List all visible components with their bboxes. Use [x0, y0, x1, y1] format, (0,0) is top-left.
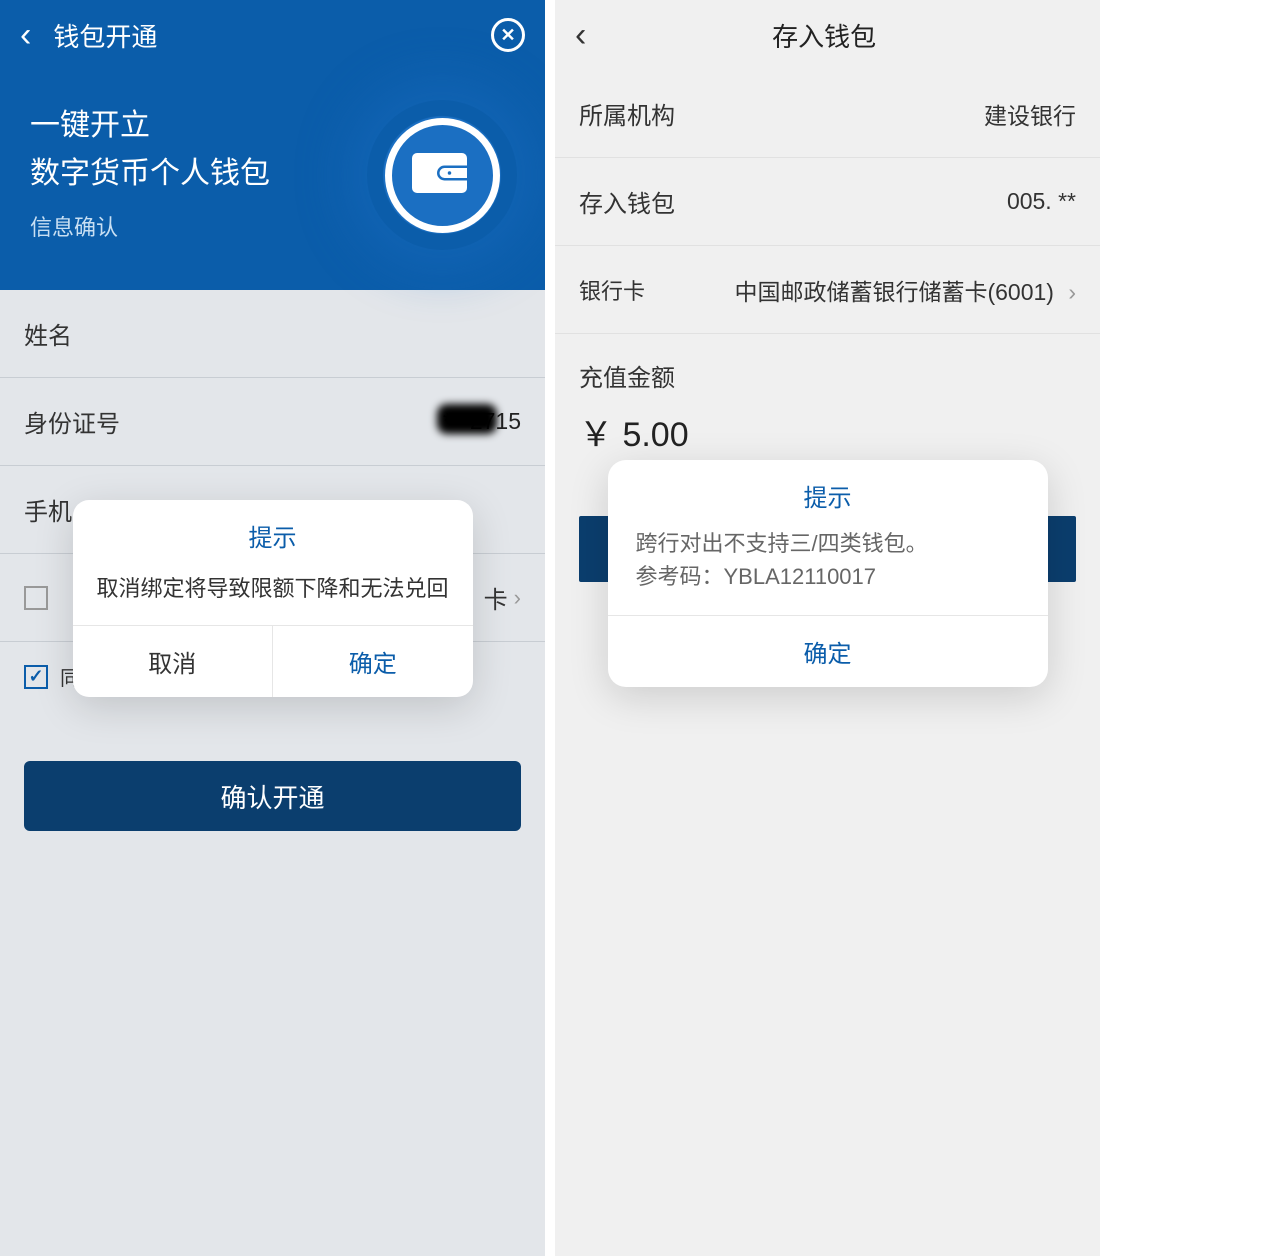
card-suffix: 卡 [484, 580, 508, 615]
row-org: 所属机构 建设银行 [555, 70, 1100, 158]
dialog-actions: 确定 [608, 615, 1048, 687]
ok-button[interactable]: 确定 [273, 626, 473, 697]
header-bar: ‹ 存入钱包 [555, 0, 1100, 70]
page-title: 钱包开通 [53, 17, 491, 54]
org-value: 建设银行 [984, 97, 1076, 131]
wallet-value: 005. ** [1007, 188, 1076, 215]
dialog-title: 提示 [73, 500, 473, 563]
phone-left: ‹ 钱包开通 ✕ 一键开立 数字货币个人钱包 信息确认 姓名 身份证号 ***2… [0, 0, 545, 1256]
hero-banner: 一键开立 数字货币个人钱包 信息确认 [0, 70, 545, 290]
id-label: 身份证号 [24, 404, 120, 439]
dialog-body: 跨行对出不支持三/四类钱包。 参考码：YBLA12110017 [608, 523, 1048, 615]
field-name[interactable]: 姓名 [0, 290, 545, 378]
card-checkbox[interactable] [24, 586, 48, 610]
phone-label: 手机 [24, 492, 72, 527]
row-bankcard[interactable]: 银行卡 中国邮政储蓄银行储蓄卡(6001) › [555, 246, 1100, 334]
header-bar: ‹ 钱包开通 ✕ [0, 0, 545, 70]
wallet-icon-bg [367, 100, 517, 250]
card-value: 中国邮政储蓄银行储蓄卡(6001) › [734, 273, 1076, 307]
cancel-button[interactable]: 取消 [73, 626, 274, 697]
name-label: 姓名 [24, 316, 72, 351]
card-label: 银行卡 [579, 274, 645, 306]
wallet-icon-ring [385, 118, 500, 233]
wallet-label: 存入钱包 [579, 184, 675, 219]
page-title: 存入钱包 [568, 17, 1080, 54]
screenshot-divider [545, 0, 555, 1256]
confirm-dialog: 提示 取消绑定将导致限额下降和无法兑回 取消 确定 [73, 500, 473, 697]
id-value: ***2715 [443, 408, 521, 435]
chevron-right-icon: › [514, 585, 521, 611]
back-icon[interactable]: ‹ [20, 16, 31, 55]
alert-dialog: 提示 跨行对出不支持三/四类钱包。 参考码：YBLA12110017 确定 [608, 460, 1048, 687]
row-wallet[interactable]: 存入钱包 005. ** [555, 158, 1100, 246]
submit-button[interactable]: 确认开通 [24, 761, 521, 831]
wallet-icon [412, 148, 472, 203]
field-id[interactable]: 身份证号 ***2715 [0, 378, 545, 466]
ok-button[interactable]: 确定 [608, 616, 1048, 687]
phone-right: ‹ 存入钱包 所属机构 建设银行 存入钱包 005. ** 银行卡 中国邮政储蓄… [555, 0, 1100, 1256]
dialog-title: 提示 [608, 460, 1048, 523]
dialog-line1: 跨行对出不支持三/四类钱包。 [636, 527, 1020, 560]
amount-label: 充值金额 [555, 334, 1100, 407]
close-icon[interactable]: ✕ [491, 18, 525, 52]
checkbox-checked-icon[interactable]: ✓ [24, 665, 48, 689]
dialog-line2: 参考码：YBLA12110017 [636, 560, 1020, 593]
dialog-body: 取消绑定将导致限额下降和无法兑回 [73, 563, 473, 625]
dialog-actions: 取消 确定 [73, 625, 473, 697]
chevron-right-icon: › [1068, 279, 1076, 305]
org-label: 所属机构 [579, 96, 675, 131]
